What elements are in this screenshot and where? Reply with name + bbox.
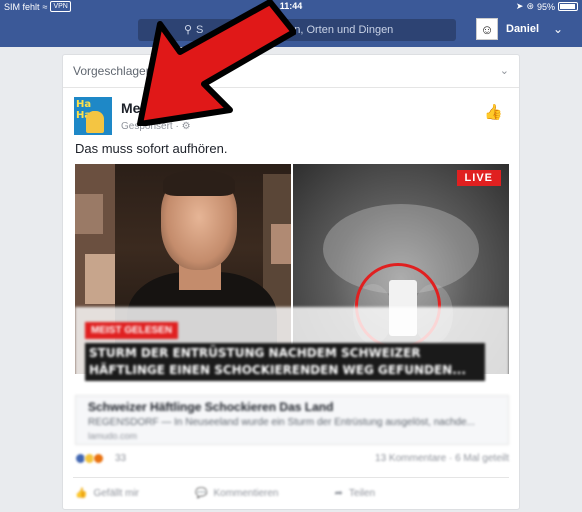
action-bar: 👍 Gefällt mir 💬 Kommentieren ➦ Teilen	[75, 485, 509, 501]
share-icon: ➦	[334, 487, 343, 499]
battery-percent: 95%	[536, 1, 555, 12]
location-icon: ➤	[515, 1, 524, 11]
comment-count[interactable]: 13 Kommentare	[375, 453, 446, 464]
reaction-icons[interactable]	[75, 453, 104, 464]
like-label: Gefällt mir	[93, 487, 140, 499]
link-info: Schweizer Häftlinge Schockieren Das Land…	[75, 395, 509, 445]
comment-label: Kommentieren	[213, 487, 279, 499]
bluetooth-icon: ⊛	[526, 1, 534, 11]
red-arrow-annotation	[137, 0, 296, 126]
share-count[interactable]: 6 Mal geteilt	[455, 453, 509, 464]
share-label: Teilen	[348, 487, 376, 499]
thumbs-up-icon: 👍	[75, 487, 88, 499]
link-description: REGENSDORF — In Neuseeland wurde ein Stu…	[88, 417, 475, 428]
avatar: ☺	[476, 18, 498, 40]
tag-badge: MEIST GELESEN	[85, 322, 179, 339]
post-text: Das muss sofort aufhören.	[75, 141, 228, 156]
reaction-count[interactable]: 33	[115, 453, 126, 464]
live-badge: LIVE	[456, 170, 501, 186]
share-button[interactable]: ➦ Teilen	[335, 485, 376, 501]
divider	[73, 477, 509, 478]
search-placeholder-rest: nen, Orten und Dingen	[282, 24, 394, 36]
page-avatar[interactable]: Ha Ha!	[74, 97, 112, 135]
status-right: ➤ ⊛ 95%	[516, 1, 578, 12]
like-button[interactable]: 👍 Gefällt mir	[75, 485, 139, 501]
like-page-icon[interactable]: 👍	[484, 103, 503, 121]
headline: STURM DER ENTRÜSTUNG NACHDEM SCHWEIZER H…	[85, 343, 485, 381]
cartoon-figure	[86, 111, 104, 133]
reactions-bar: 33 13 Kommentare · 6 Mal geteilt	[75, 453, 509, 467]
link-title: Schweizer Häftlinge Schockieren Das Land	[88, 400, 334, 414]
comment-icon: 💬	[195, 487, 208, 499]
comment-button[interactable]: 💬 Kommentieren	[195, 485, 278, 501]
angry-reaction-icon	[93, 453, 104, 464]
link-preview[interactable]: MEIST GELESEN STURM DER ENTRÜSTUNG NACHD…	[75, 307, 509, 445]
link-source: lamudo.com	[88, 431, 138, 441]
menu-chevron-icon[interactable]: ⌄	[553, 22, 563, 36]
chevron-down-icon[interactable]: ⌄	[500, 64, 509, 77]
profile-link[interactable]: ☺ Daniel	[476, 18, 539, 40]
battery-icon	[558, 2, 578, 11]
user-name: Daniel	[506, 23, 540, 35]
